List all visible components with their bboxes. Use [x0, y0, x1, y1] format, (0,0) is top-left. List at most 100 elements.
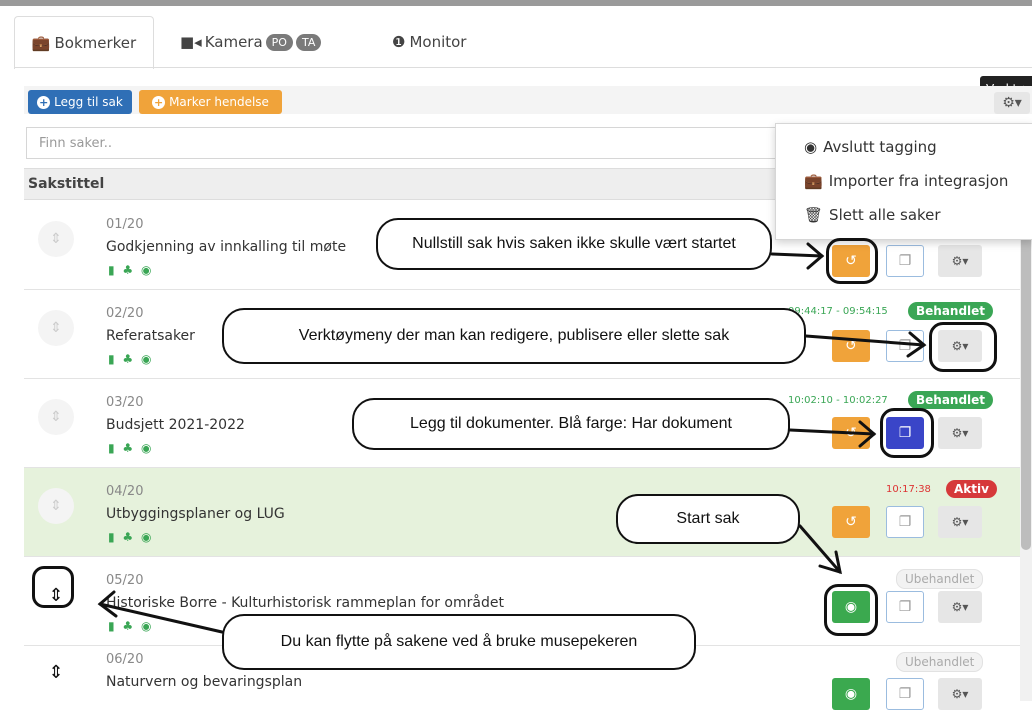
documents-button[interactable]: ❐ [886, 506, 924, 538]
scrollbar-thumb[interactable] [1021, 230, 1031, 550]
row-tools-button[interactable]: ⚙▾ [938, 678, 982, 710]
mark-event-button[interactable]: + Marker hendelse [139, 90, 282, 114]
callout-text: Verktøymeny der man kan redigere, publis… [298, 327, 730, 344]
highlight-ring-reset [826, 238, 878, 284]
document-icon: ❐ [898, 686, 912, 702]
tab-bokmerker[interactable]: 💼 Bokmerker [14, 16, 154, 69]
video-camera-icon: ■◂ [180, 33, 202, 51]
row-tools-button[interactable]: ⚙▾ [938, 591, 982, 623]
camera-badge-ta: TA [295, 33, 322, 51]
case-number: 06/20 [106, 652, 144, 667]
drag-handle-icon[interactable]: ⇕ [38, 488, 74, 524]
handle-glyph: ⇕ [48, 661, 64, 683]
info-icon: ❶ [392, 33, 406, 51]
tools-menu-button[interactable]: ⚙▾ [994, 92, 1030, 114]
document-icon: ❐ [898, 514, 912, 530]
tab-label: Monitor [409, 33, 467, 51]
trash-icon: 🗑 [804, 206, 824, 224]
handle-glyph: ⇕ [50, 320, 62, 336]
documents-button[interactable]: ❐ [886, 678, 924, 710]
case-timer: 09:44:17 - 09:54:15 [788, 306, 888, 317]
document-icon: ❐ [898, 599, 912, 615]
case-title: Referatsaker [106, 328, 195, 344]
case-number: 01/20 [106, 217, 144, 232]
documents-button[interactable]: ❐ [886, 330, 924, 362]
case-meta-icons: ▮ ♣ ◉ [108, 263, 154, 277]
document-icon: ❐ [898, 253, 912, 269]
briefcase-icon: 💼 [31, 34, 51, 52]
callout-move: Du kan flytte på sakene ved å bruke muse… [222, 614, 696, 670]
callout-text: Du kan flytte på sakene ved å bruke muse… [280, 633, 638, 650]
case-number: 05/20 [106, 573, 144, 588]
tab-label: Kamera [204, 33, 263, 51]
case-meta-icons: ▮ ♣ ◉ [108, 352, 154, 366]
case-timer: 10:17:38 [886, 484, 931, 495]
reset-icon: ↺ [845, 338, 857, 354]
status-badge: Ubehandlet [896, 652, 984, 672]
menu-item-delete-all[interactable]: 🗑 Slett alle saker [804, 206, 941, 224]
highlight-ring-handle [32, 566, 74, 608]
play-icon: ◉ [844, 686, 858, 702]
tab-label: Bokmerker [54, 34, 137, 52]
status-badge: Aktiv [946, 480, 997, 498]
documents-button[interactable]: ❐ [886, 245, 924, 277]
callout-text: Legg til dokumenter. Blå farge: Har doku… [410, 415, 732, 432]
table-row-active[interactable]: ⇕ 04/20 Utbyggingsplaner og LUG ▮ ♣ ◉ 10… [24, 468, 1020, 557]
gear-icon: ⚙▾ [951, 426, 969, 440]
menu-item-stop-tagging[interactable]: ◉ Avslutt tagging [804, 138, 937, 156]
documents-button[interactable]: ❐ [886, 591, 924, 623]
gear-icon: ⚙▾ [951, 687, 969, 701]
document-icon: ❐ [898, 338, 912, 354]
highlight-ring-tools [929, 322, 997, 372]
case-title: Naturvern og bevaringsplan [106, 674, 303, 690]
briefcase-icon: 💼 [804, 172, 823, 190]
start-button[interactable]: ◉ [832, 678, 870, 710]
callout-text: Nullstill sak hvis saken ikke skulle vær… [412, 235, 736, 252]
case-title: Historiske Borre - Kulturhistorisk ramme… [106, 595, 504, 611]
row-tools-button[interactable]: ⚙▾ [938, 506, 982, 538]
reset-icon: ↺ [845, 514, 857, 530]
status-badge: Behandlet [908, 391, 994, 409]
callout-tools: Verktøymeny der man kan redigere, publis… [222, 308, 806, 364]
gear-icon: ⚙▾ [1002, 95, 1022, 111]
handle-glyph: ⇕ [50, 409, 62, 425]
case-meta-icons: ▮ ♣ ◉ [108, 619, 154, 633]
callout-text: Start sak [676, 510, 740, 527]
callout-documents: Legg til dokumenter. Blå farge: Har doku… [352, 398, 790, 450]
reset-button[interactable]: ↺ [832, 506, 870, 538]
column-header-label: Sakstittel [28, 176, 105, 192]
plus-circle-icon: + [37, 95, 51, 109]
drag-handle-icon[interactable]: ⇕ [38, 310, 74, 346]
row-tools-button[interactable]: ⚙▾ [938, 245, 982, 277]
window-top-border [0, 0, 1032, 6]
tab-monitor[interactable]: ❶ Monitor [392, 16, 466, 68]
mark-event-label: Marker hendelse [169, 95, 269, 109]
row-tools-button[interactable]: ⚙▾ [938, 417, 982, 449]
reset-button[interactable]: ↺ [832, 417, 870, 449]
case-title: Budsjett 2021-2022 [106, 417, 245, 433]
add-case-button[interactable]: + Legg til sak [28, 90, 132, 114]
callout-reset: Nullstill sak hvis saken ikke skulle vær… [376, 218, 772, 270]
drag-handle-icon[interactable]: ⇕ [38, 399, 74, 435]
case-number: 04/20 [106, 484, 144, 499]
tab-kamera[interactable]: ■◂ Kamera PO TA [180, 16, 322, 68]
case-meta-icons: ▮ ♣ ◉ [108, 530, 154, 544]
case-meta-icons: ▮ ♣ ◉ [108, 441, 154, 455]
gear-icon: ⚙▾ [951, 600, 969, 614]
gear-icon: ⚙▾ [951, 515, 969, 529]
search-input[interactable]: Finn saker.. [26, 127, 786, 159]
drag-handle-icon[interactable]: ⇕ [38, 221, 74, 257]
plus-circle-icon: + [152, 95, 166, 109]
case-title: Utbyggingsplaner og LUG [106, 506, 285, 522]
handle-glyph: ⇕ [50, 498, 62, 514]
drag-handle-icon[interactable]: ⇕ [38, 654, 74, 690]
stop-circle-icon: ◉ [804, 138, 818, 156]
add-case-label: Legg til sak [54, 95, 123, 109]
tools-dropdown-menu: ◉ Avslutt tagging 💼 Importer fra integra… [775, 123, 1032, 240]
reset-button[interactable]: ↺ [832, 330, 870, 362]
highlight-ring-start [824, 584, 878, 636]
reset-icon: ↺ [845, 425, 857, 441]
search-placeholder: Finn saker.. [39, 135, 112, 151]
menu-item-import[interactable]: 💼 Importer fra integrasjon [804, 172, 1008, 190]
highlight-ring-documents [880, 408, 934, 458]
